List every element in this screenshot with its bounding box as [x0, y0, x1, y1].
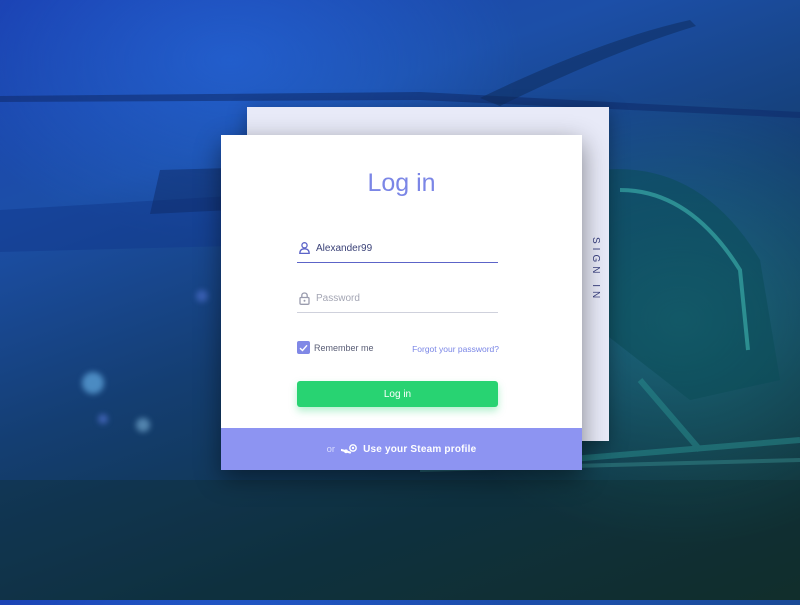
steam-or-label: or [326, 443, 336, 455]
lock-icon [297, 291, 311, 305]
forgot-password-link[interactable]: Forgot your password? [412, 344, 499, 354]
remember-me-label: Remember me [314, 342, 374, 353]
username-input[interactable] [316, 242, 486, 254]
user-icon [297, 241, 311, 255]
password-field[interactable] [297, 284, 498, 313]
remember-me-checkbox[interactable]: Remember me [297, 341, 374, 354]
page-title: Log in [367, 169, 436, 197]
password-input[interactable] [316, 292, 486, 304]
tab-sign-in[interactable]: SIGN IN [582, 210, 609, 330]
login-button[interactable]: Log in [297, 381, 498, 407]
steam-login-button[interactable]: or Use your Steam profile [221, 428, 582, 470]
checkbox-checked-icon[interactable] [297, 341, 310, 354]
username-field[interactable] [297, 234, 498, 263]
login-card: Log in Remember me Forgot your passw [221, 135, 582, 470]
steam-login-label: Use your Steam profile [363, 443, 477, 455]
steam-icon [341, 444, 357, 454]
tab-sign-in-label: SIGN IN [590, 237, 601, 303]
